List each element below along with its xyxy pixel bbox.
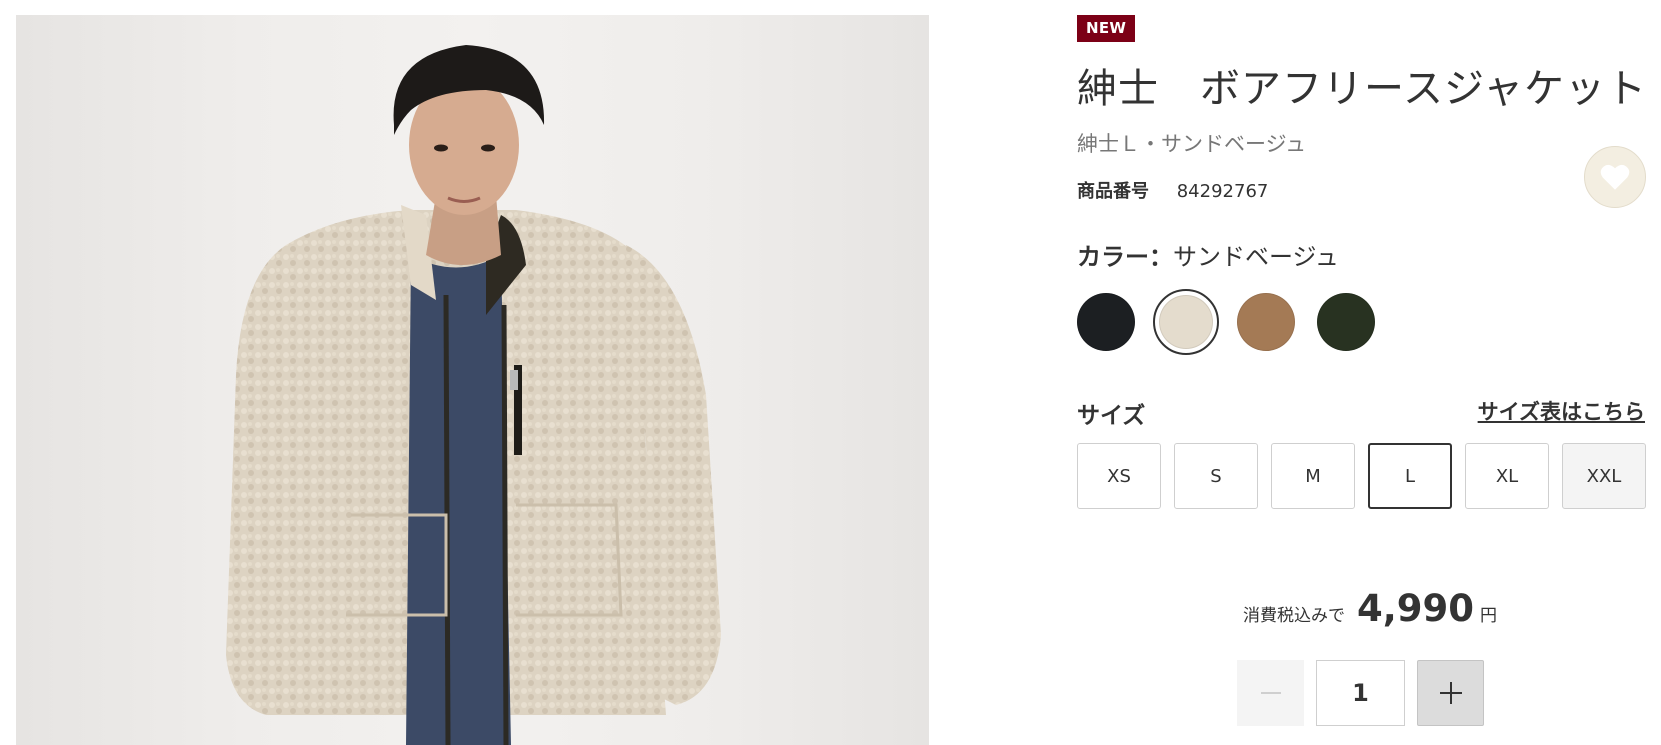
color-swatches bbox=[1077, 289, 1375, 355]
price: 消費税込みで 4,990 円 bbox=[1243, 587, 1497, 630]
swatch-dot bbox=[1317, 293, 1375, 351]
color-swatch-brown[interactable] bbox=[1237, 293, 1295, 351]
swatch-dot bbox=[1237, 293, 1295, 351]
color-label: カラー：サンドベージュ bbox=[1077, 237, 1339, 272]
product-title: 紳士 ボアフリースジャケット bbox=[1077, 66, 1647, 112]
size-option-s[interactable]: S bbox=[1174, 443, 1258, 509]
size-option-m[interactable]: M bbox=[1271, 443, 1355, 509]
size-guide-link[interactable]: サイズ表はこちら bbox=[1478, 396, 1645, 426]
color-swatch-sand-beige[interactable] bbox=[1153, 289, 1219, 355]
product-number-label: 商品番号 bbox=[1077, 181, 1149, 202]
product-number-value: 84292767 bbox=[1176, 181, 1269, 202]
increase-quantity-button[interactable] bbox=[1417, 660, 1484, 726]
color-swatch-dark-olive[interactable] bbox=[1317, 293, 1375, 351]
quantity-stepper: 1 bbox=[1237, 660, 1484, 726]
favorite-button[interactable] bbox=[1584, 146, 1646, 208]
new-badge: NEW bbox=[1077, 15, 1136, 42]
plus-icon bbox=[1439, 682, 1462, 704]
quantity-input[interactable]: 1 bbox=[1316, 660, 1405, 726]
size-option-xxl[interactable]: XXL bbox=[1562, 443, 1646, 509]
color-swatch-black[interactable] bbox=[1077, 293, 1135, 351]
minus-icon bbox=[1260, 692, 1281, 694]
product-number: 商品番号 84292767 bbox=[1077, 177, 1268, 203]
product-image[interactable] bbox=[16, 15, 929, 745]
selected-color-name: サンドベージュ bbox=[1173, 243, 1339, 271]
swatch-dot bbox=[1077, 293, 1135, 351]
size-label: サイズ bbox=[1077, 403, 1146, 429]
size-option-xs[interactable]: XS bbox=[1077, 443, 1161, 509]
product-variant: 紳士Ｌ・サンドベージュ bbox=[1077, 132, 1307, 156]
color-label-text: カラー： bbox=[1077, 243, 1173, 271]
heart-icon bbox=[1600, 164, 1630, 190]
price-unit: 円 bbox=[1480, 606, 1498, 626]
size-option-xl[interactable]: XL bbox=[1465, 443, 1549, 509]
price-value: 4,990 bbox=[1357, 587, 1475, 630]
price-prefix: 消費税込みで bbox=[1243, 606, 1345, 626]
jacket-model-illustration bbox=[226, 45, 721, 745]
decrease-quantity-button[interactable] bbox=[1237, 660, 1304, 726]
swatch-dot bbox=[1159, 295, 1213, 349]
size-options: XS S M L XL XXL bbox=[1077, 443, 1646, 509]
size-option-l[interactable]: L bbox=[1368, 443, 1452, 509]
